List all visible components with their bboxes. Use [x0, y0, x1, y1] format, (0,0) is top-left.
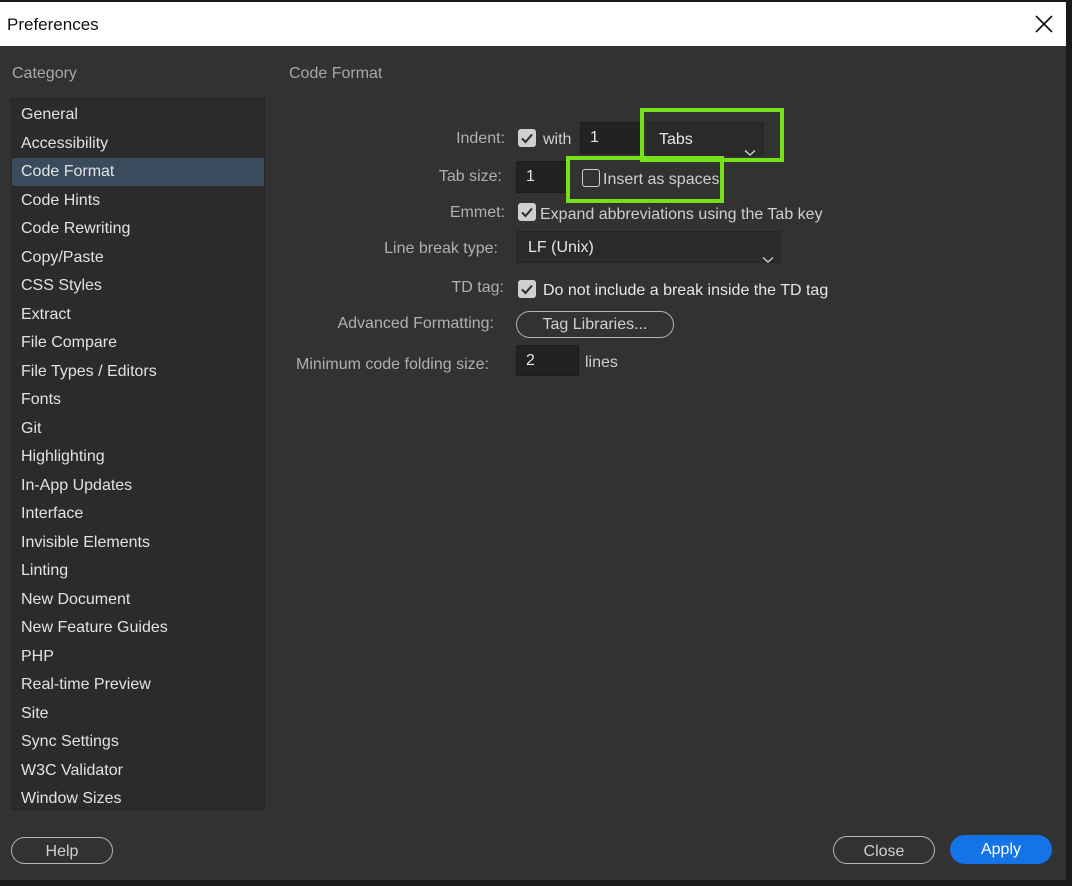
sidebar-item-invisible-elements[interactable]: Invisible Elements	[12, 529, 264, 557]
line-break-label: Line break type:	[384, 240, 498, 257]
category-header: Category	[12, 65, 77, 82]
sidebar-item-in-app-updates[interactable]: In-App Updates	[12, 472, 264, 500]
category-list[interactable]: General Accessibility Code Format Code H…	[11, 98, 265, 810]
section-title: Code Format	[289, 65, 383, 82]
sidebar-item-new-document[interactable]: New Document	[12, 586, 264, 614]
sidebar-item-w3c-validator[interactable]: W3C Validator	[12, 757, 264, 785]
sidebar-item-site[interactable]: Site	[12, 700, 264, 728]
sidebar-item-accessibility[interactable]: Accessibility	[12, 130, 264, 158]
chevron-down-icon	[762, 244, 774, 263]
indent-checkbox[interactable]	[518, 129, 536, 147]
window-right-border	[1066, 2, 1072, 886]
sidebar-item-php[interactable]: PHP	[12, 643, 264, 671]
sidebar-item-code-rewriting[interactable]: Code Rewriting	[12, 215, 264, 243]
sidebar-item-git[interactable]: Git	[12, 415, 264, 443]
folding-size-unit: lines	[585, 354, 618, 371]
td-tag-checkbox[interactable]	[518, 280, 536, 298]
indent-size-input[interactable]: 1	[580, 122, 642, 154]
sidebar-item-code-format[interactable]: Code Format	[12, 158, 264, 186]
sidebar-item-file-types-editors[interactable]: File Types / Editors	[12, 358, 264, 386]
sidebar-item-real-time-preview[interactable]: Real-time Preview	[12, 671, 264, 699]
sidebar-item-file-compare[interactable]: File Compare	[12, 329, 264, 357]
indent-type-value: Tabs	[659, 131, 693, 148]
tab-size-input[interactable]: 1	[516, 161, 568, 193]
emmet-text: Expand abbreviations using the Tab key	[540, 206, 823, 223]
sidebar-item-interface[interactable]: Interface	[12, 500, 264, 528]
folding-size-label: Minimum code folding size:	[296, 356, 489, 373]
close-button[interactable]: Close	[833, 836, 935, 864]
sidebar-item-copy-paste[interactable]: Copy/Paste	[12, 244, 264, 272]
close-window-icon[interactable]	[1030, 10, 1058, 38]
sidebar-item-extract[interactable]: Extract	[12, 301, 264, 329]
sidebar-item-css-styles[interactable]: CSS Styles	[12, 272, 264, 300]
folding-size-input[interactable]: 2	[516, 345, 579, 376]
insert-as-spaces-checkbox[interactable]	[582, 169, 600, 187]
tab-size-label: Tab size:	[438, 168, 502, 185]
sidebar-item-linting[interactable]: Linting	[12, 557, 264, 585]
indent-type-dropdown[interactable]: Tabs	[647, 122, 764, 156]
sidebar-item-fonts[interactable]: Fonts	[12, 386, 264, 414]
emmet-label: Emmet:	[449, 204, 505, 221]
sidebar-item-code-hints[interactable]: Code Hints	[12, 187, 264, 215]
indent-label: Indent:	[456, 130, 505, 147]
advanced-formatting-label: Advanced Formatting:	[337, 315, 494, 332]
td-tag-text: Do not include a break inside the TD tag	[543, 282, 829, 299]
sidebar-item-highlighting[interactable]: Highlighting	[12, 443, 264, 471]
line-break-dropdown[interactable]: LF (Unix)	[516, 231, 781, 263]
line-break-value: LF (Unix)	[528, 239, 594, 256]
indent-with-label: with	[543, 131, 572, 148]
chevron-down-icon	[744, 136, 756, 156]
sidebar-item-window-sizes[interactable]: Window Sizes	[12, 785, 264, 813]
sidebar-item-general[interactable]: General	[12, 101, 264, 129]
window-bottom-border	[0, 880, 1072, 886]
td-tag-label: TD tag:	[451, 279, 504, 296]
sidebar-item-new-feature-guides[interactable]: New Feature Guides	[12, 614, 264, 642]
tag-libraries-button[interactable]: Tag Libraries...	[516, 311, 674, 338]
title-bar: Preferences	[0, 2, 1072, 46]
apply-button[interactable]: Apply	[950, 835, 1052, 864]
emmet-checkbox[interactable]	[518, 203, 536, 221]
help-button[interactable]: Help	[11, 837, 113, 864]
window-title: Preferences	[7, 15, 99, 34]
sidebar-item-sync-settings[interactable]: Sync Settings	[12, 728, 264, 756]
insert-as-spaces-label: Insert as spaces	[603, 171, 720, 188]
